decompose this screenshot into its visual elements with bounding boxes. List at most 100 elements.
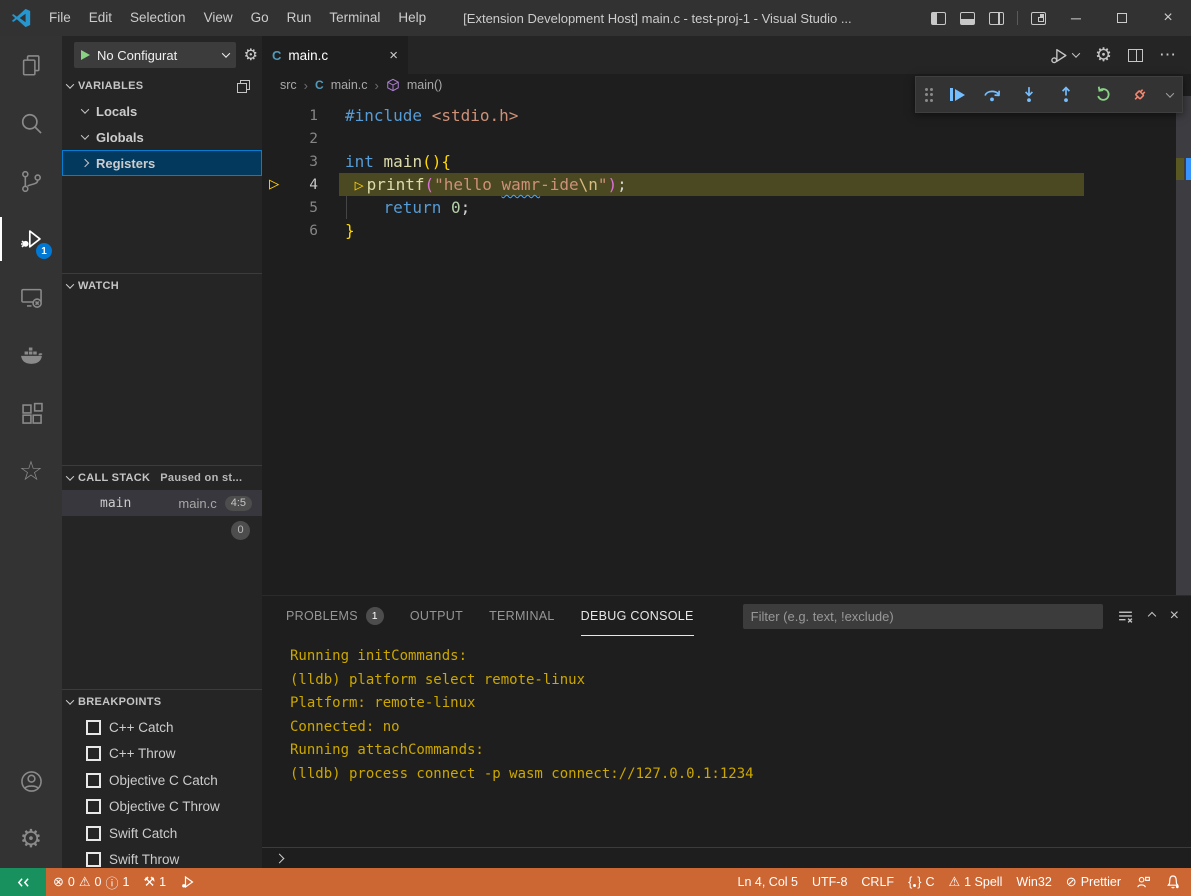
stack-frame-row[interactable]: main main.c 4:5 <box>62 490 262 516</box>
variables-header[interactable]: VARIABLES <box>62 74 262 98</box>
platform-indicator[interactable]: Win32 <box>1009 868 1058 896</box>
menu-help[interactable]: Help <box>389 0 435 36</box>
code-token: int <box>345 152 374 171</box>
language-indicator[interactable]: {} C <box>901 868 941 896</box>
chevron-down-icon[interactable] <box>1166 89 1174 97</box>
disconnect-button[interactable] <box>1130 85 1150 104</box>
breadcrumb-folder[interactable]: src <box>280 78 297 92</box>
sidebar-item-favorites[interactable]: ☆ <box>0 442 62 500</box>
accounts-button[interactable] <box>0 752 62 810</box>
code-token: "hello <box>434 175 501 194</box>
close-button[interactable]: × <box>1145 0 1191 36</box>
more-actions-icon[interactable]: ⋯ <box>1159 45 1177 65</box>
step-out-button[interactable] <box>1056 85 1076 104</box>
menu-file[interactable]: File <box>40 0 80 36</box>
problems-status[interactable]: ⊗ 0 ⚠ 0 ⓘ 1 <box>46 868 136 896</box>
restart-button[interactable] <box>1093 85 1113 104</box>
menu-terminal[interactable]: Terminal <box>320 0 389 36</box>
breadcrumb-symbol[interactable]: main() <box>407 78 442 92</box>
breakpoint-item[interactable]: Objective C Throw <box>62 794 262 821</box>
spell-indicator[interactable]: ⚠ 1 Spell <box>941 868 1009 896</box>
variables-scope-locals[interactable]: Locals <box>62 98 262 124</box>
run-or-debug-button[interactable] <box>1050 46 1079 65</box>
checkbox[interactable] <box>86 799 101 814</box>
minimize-button[interactable]: ─ <box>1053 0 1099 36</box>
menu-edit[interactable]: Edit <box>80 0 121 36</box>
debug-settings-gear-icon[interactable]: ⚙ <box>244 45 258 65</box>
code-line[interactable]: 3int main(){ <box>262 150 1191 173</box>
chevron-right-icon: › <box>375 78 379 93</box>
cursor-position[interactable]: Ln 4, Col 5 <box>731 868 805 896</box>
feedback-button[interactable] <box>1128 868 1158 896</box>
tab-terminal[interactable]: TERMINAL <box>489 596 555 636</box>
checkbox[interactable] <box>86 720 101 735</box>
notifications-button[interactable] <box>1158 868 1191 896</box>
tab-main-c[interactable]: C main.c × <box>262 36 408 74</box>
start-debug-icon[interactable] <box>81 50 90 60</box>
breadcrumb-file[interactable]: main.c <box>331 78 368 92</box>
remote-indicator[interactable] <box>0 868 46 896</box>
tab-problems[interactable]: PROBLEMS 1 <box>286 596 384 636</box>
call-stack-header[interactable]: CALL STACK Paused on st... <box>62 466 262 490</box>
eol-label: CRLF <box>861 875 894 889</box>
tab-debug-console[interactable]: DEBUG CONSOLE <box>581 596 694 636</box>
breakpoint-item[interactable]: C++ Throw <box>62 741 262 768</box>
menu-run[interactable]: Run <box>278 0 321 36</box>
inline-execution-arrow-icon: ▷ <box>355 176 364 194</box>
continue-button[interactable] <box>950 88 965 101</box>
split-editor-icon[interactable] <box>1128 49 1143 62</box>
settings-button[interactable]: ⚙ <box>0 810 62 868</box>
code-editor[interactable]: 1#include <stdio.h>23int main(){▷4 ▷prin… <box>262 96 1191 595</box>
checkbox[interactable] <box>86 746 101 761</box>
breakpoint-item[interactable]: Objective C Catch <box>62 767 262 794</box>
close-panel-icon[interactable]: × <box>1170 607 1179 625</box>
debug-console-input[interactable] <box>262 847 1191 868</box>
launch-config-dropdown[interactable]: No Configurat <box>74 42 236 68</box>
toggle-secondary-sidebar-icon[interactable] <box>989 12 1004 25</box>
breakpoints-header[interactable]: BREAKPOINTS <box>62 690 262 714</box>
step-over-button[interactable] <box>982 85 1002 104</box>
tab-output[interactable]: OUTPUT <box>410 596 463 636</box>
filter-input[interactable] <box>743 604 1103 629</box>
checkbox[interactable] <box>86 852 101 867</box>
sidebar-item-remote-explorer[interactable] <box>0 268 62 326</box>
debug-status[interactable] <box>173 868 203 896</box>
checkbox[interactable] <box>86 826 101 841</box>
tools-status[interactable]: ⚒ 1 <box>136 868 173 896</box>
variables-scope-globals[interactable]: Globals <box>62 124 262 150</box>
toggle-sidebar-icon[interactable] <box>931 12 946 25</box>
sidebar-item-search[interactable] <box>0 94 62 152</box>
clear-console-icon[interactable] <box>1117 608 1134 625</box>
sidebar-item-extensions[interactable] <box>0 384 62 442</box>
menu-view[interactable]: View <box>195 0 242 36</box>
encoding-indicator[interactable]: UTF-8 <box>805 868 854 896</box>
code-line[interactable]: ▷4 ▷printf("hello wamr-ide\n"); <box>262 173 1191 196</box>
code-line[interactable]: 5 return 0; <box>262 196 1191 219</box>
eol-indicator[interactable]: CRLF <box>854 868 901 896</box>
sidebar-item-explorer[interactable] <box>0 36 62 94</box>
formatter-indicator[interactable]: ⊘ Prettier <box>1059 868 1128 896</box>
close-tab-icon[interactable]: × <box>389 47 398 64</box>
toggle-panel-icon[interactable] <box>960 12 975 25</box>
editor-scrollbar[interactable] <box>1176 96 1191 595</box>
watch-header[interactable]: WATCH <box>62 274 262 298</box>
breakpoint-item[interactable]: Swift Catch <box>62 820 262 847</box>
sidebar-item-docker[interactable] <box>0 326 62 384</box>
sidebar-item-run-debug[interactable]: 1 <box>0 210 62 268</box>
menu-selection[interactable]: Selection <box>121 0 195 36</box>
variables-scope-registers[interactable]: Registers <box>62 150 262 176</box>
copy-icon[interactable] <box>237 80 250 93</box>
breakpoint-item[interactable]: C++ Catch <box>62 714 262 741</box>
checkbox[interactable] <box>86 773 101 788</box>
configure-gear-icon[interactable]: ⚙ <box>1095 44 1112 67</box>
maximize-button[interactable] <box>1099 0 1145 36</box>
drag-handle-icon[interactable] <box>925 88 934 102</box>
code-line[interactable]: 2 <box>262 127 1191 150</box>
maximize-panel-icon[interactable] <box>1147 612 1155 620</box>
code-line[interactable]: 6} <box>262 219 1191 242</box>
breakpoint-item[interactable]: Swift Throw <box>62 847 262 869</box>
customize-layout-icon[interactable] <box>1031 12 1046 25</box>
step-into-button[interactable] <box>1019 85 1039 104</box>
sidebar-item-source-control[interactable] <box>0 152 62 210</box>
menu-go[interactable]: Go <box>242 0 278 36</box>
